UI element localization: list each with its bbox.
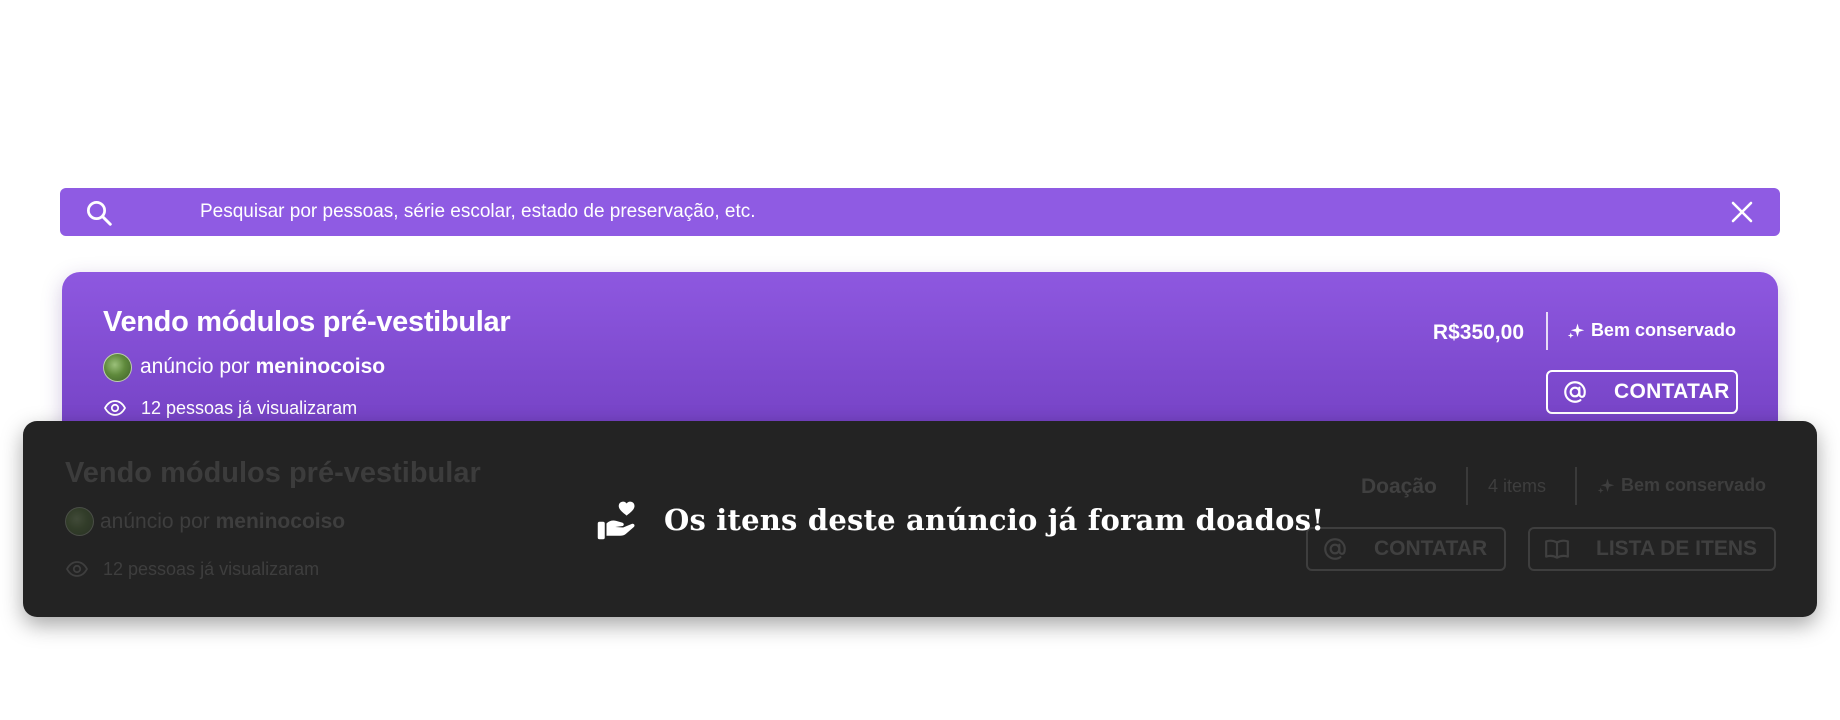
listing-views: 12 pessoas já visualizaram [65,557,319,581]
author-prefix: anúncio por [100,509,210,533]
listing-author: anúncio por meninocoiso [140,355,385,379]
donated-message: Os itens deste anúncio já foram doados! [664,503,1325,537]
contact-button: CONTATAR [1306,527,1506,571]
contact-button-label: CONTATAR [1614,380,1730,403]
at-icon [1324,538,1346,560]
listing-title: Vendo módulos pré-vestibular [65,457,481,489]
sparkle-icon [1597,478,1615,493]
search-input[interactable]: Pesquisar por pessoas, série escolar, es… [200,188,756,236]
divider [1466,467,1468,505]
views-count: 12 pessoas já visualizaram [103,558,320,579]
at-icon [1564,381,1586,403]
hand-heart-icon [597,501,635,540]
contact-button[interactable]: CONTATAR [1546,370,1738,414]
book-icon [1545,539,1569,559]
search-bar[interactable]: Pesquisar por pessoas, série escolar, es… [60,188,1780,236]
author-name[interactable]: meninocoiso [256,355,386,378]
avatar [65,507,94,536]
author-name: meninocoiso [215,509,346,533]
condition-label: Bem conservado [1621,475,1767,495]
sparkle-icon [1567,323,1585,338]
divider [1575,467,1577,505]
condition-label: Bem conservado [1590,320,1736,340]
search-icon [87,201,112,226]
views-count: 12 pessoas já visualizaram [141,397,358,418]
listing-price: R$350,00 [1432,321,1524,344]
contact-button-label: CONTATAR [1374,537,1488,560]
donated-notice: Os itens deste anúncio já foram doados! [596,499,1324,541]
eye-icon [65,561,89,577]
listing-views: 12 pessoas já visualizaram [103,396,357,420]
condition-badge: Bem conservado [1597,475,1766,496]
condition-badge: Bem conservado [1567,320,1736,341]
listing-title: Vendo módulos pré-vestibular [103,306,511,338]
eye-icon [103,400,127,416]
items-list-button-label: LISTA DE ITENS [1596,537,1758,560]
items-list-button: LISTA DE ITENS [1528,527,1776,571]
items-count: 4 items [1488,476,1547,496]
author-prefix: anúncio por [140,355,250,378]
listing-author-row: anúncio por meninocoiso [65,507,345,536]
close-icon[interactable] [1730,200,1754,224]
listing-author-row: anúncio por meninocoiso [103,352,385,382]
listing-author: anúncio por meninocoiso [100,510,345,534]
avatar[interactable] [103,352,132,382]
divider [1546,312,1548,350]
listing-type: Doação [1361,475,1437,498]
donated-listing-card: Vendo módulos pré-vestibular anúncio por… [23,421,1817,617]
